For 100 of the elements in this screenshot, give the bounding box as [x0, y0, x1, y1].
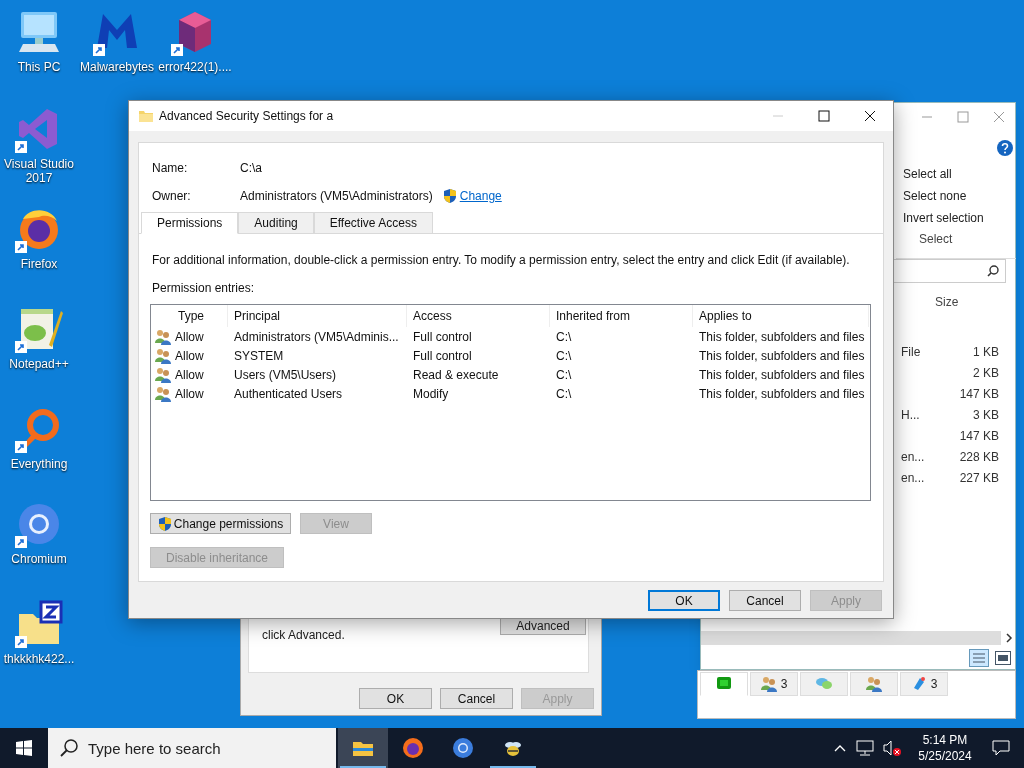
users-icon	[760, 676, 777, 692]
table-cell-text: en...	[901, 470, 925, 487]
globe-ring-icon	[452, 737, 474, 759]
shield-icon	[157, 515, 172, 532]
ribbon-command[interactable]: Invert selection	[891, 207, 991, 229]
shortcut-arrow-icon	[15, 636, 27, 648]
table-cell-text: SYSTEM	[233, 347, 285, 365]
icon-label[interactable]: thkkkhk422...	[0, 652, 78, 666]
icon-label[interactable]: Chromium	[0, 552, 78, 566]
chevron-up-icon[interactable]	[834, 744, 846, 752]
table-cell-text: en...	[901, 449, 925, 466]
ribbon-command[interactable]: Select all	[891, 163, 991, 185]
dialog-button[interactable]: OK	[648, 590, 720, 611]
search-field[interactable]: Type here to search	[48, 728, 336, 768]
table-cell-text: Allow	[175, 385, 205, 403]
folder-icon	[139, 109, 153, 123]
window-tab[interactable]	[700, 672, 748, 696]
icon-label[interactable]: Firefox	[0, 257, 78, 271]
table-cell-text: C:\	[555, 385, 573, 403]
info-text: For additional information, double-click a permission entry. To modify a permission entry, select the entry and click Edit (if available).	[152, 252, 851, 269]
tab[interactable]: Effective Access	[313, 212, 433, 234]
column-header[interactable]: Inherited from	[550, 305, 693, 327]
dialog-button[interactable]: Change permissions	[150, 513, 291, 534]
table-cell-text: This folder, subfolders and files	[698, 385, 866, 403]
scroll-right-icon[interactable]	[1005, 633, 1013, 643]
column-header[interactable]: Size	[935, 293, 959, 311]
table-cell-text: H...	[901, 407, 920, 424]
shortcut-arrow-icon	[93, 44, 105, 56]
horizontal-scrollbar[interactable]	[701, 631, 1001, 645]
large-icons-view-icon[interactable]	[995, 651, 1011, 665]
icon-label[interactable]: Malwarebytes	[78, 60, 156, 74]
window-tab[interactable]: 3	[750, 672, 798, 696]
table-cell-text: 1 KB	[973, 344, 999, 361]
field-label: Name:	[152, 160, 189, 177]
column-header[interactable]: Principal	[228, 305, 407, 327]
table-cell-text: Administrators (VM5\Adminis...	[233, 328, 400, 346]
ribbon-command[interactable]: Select none	[891, 185, 991, 207]
users-icon	[155, 385, 171, 402]
table-cell-text: 147 KB	[959, 386, 999, 403]
monitor-icon	[716, 676, 732, 692]
window-title: Advanced Security Settings for a	[159, 108, 334, 125]
search-icon	[60, 739, 78, 757]
icon-label[interactable]: Notepad++	[0, 357, 78, 371]
shortcut-arrow-icon	[15, 441, 27, 453]
chat-bubbles-icon	[816, 676, 832, 692]
field-value: Administrators (VM5\Administrators)	[240, 188, 433, 205]
table-cell-text: 228 KB	[959, 449, 999, 466]
change-link[interactable]: Change	[459, 187, 502, 205]
shortcut-arrow-icon	[15, 241, 27, 253]
ribbon-group-label: Select	[918, 231, 954, 248]
shortcut-arrow-icon	[15, 141, 27, 153]
shortcut-arrow-icon	[171, 44, 183, 56]
table-cell-text: This folder, subfolders and files	[698, 347, 866, 365]
maximize-icon	[957, 111, 969, 123]
column-header[interactable]: Type	[151, 305, 228, 327]
table-cell-text: Users (VM5\Users)	[233, 366, 337, 384]
table-cell-text: 147 KB	[959, 428, 999, 445]
table-cell-text: This folder, subfolders and files	[698, 366, 866, 384]
help-icon	[997, 140, 1013, 156]
dialog-button[interactable]: OK	[359, 688, 432, 709]
windows-logo-icon	[16, 740, 32, 756]
table-cell-text: Allow	[175, 366, 205, 384]
shortcut-arrow-icon	[15, 536, 27, 548]
users-icon	[155, 328, 171, 345]
dialog-button[interactable]: Cancel	[440, 688, 513, 709]
clock[interactable]: 5:14 PM 5/25/2024	[910, 732, 980, 764]
column-header[interactable]: Applies to	[693, 305, 869, 327]
window-tab[interactable]	[850, 672, 898, 696]
table-cell-text: Read & execute	[412, 366, 500, 384]
window-tab[interactable]: 3	[900, 672, 948, 696]
table-cell-text: This folder, subfolders and files	[698, 328, 866, 346]
search-icon	[987, 265, 999, 277]
clock-time: 5:14 PM	[922, 732, 968, 748]
dialog-button[interactable]: Cancel	[729, 590, 801, 611]
section-label: Permission entries:	[152, 280, 256, 297]
clock-date: 5/25/2024	[918, 748, 972, 764]
column-header[interactable]: Access	[407, 305, 550, 327]
taskbar-app[interactable]	[338, 728, 388, 768]
table-cell-text: Allow	[175, 328, 205, 346]
tab[interactable]: Permissions	[141, 212, 239, 234]
icon-label[interactable]: This PC	[0, 60, 78, 74]
table-cell-text: Authenticated Users	[233, 385, 344, 403]
tab[interactable]: Auditing	[238, 212, 314, 234]
table-cell-text: 2 KB	[973, 365, 999, 382]
icon-label[interactable]: error422(1)....	[156, 60, 234, 74]
users-icon	[155, 347, 171, 364]
table-cell-text: Modify	[412, 385, 450, 403]
volume-muted-icon[interactable]	[882, 740, 902, 756]
table-cell-text: C:\	[555, 366, 573, 384]
shield-icon	[442, 188, 457, 204]
notifications-icon[interactable]	[992, 740, 1010, 756]
icon-label[interactable]: Visual Studio 2017	[0, 157, 78, 185]
table-cell-text: C:\	[555, 347, 573, 365]
field-value: C:\a	[240, 160, 262, 177]
field-label: Owner:	[152, 188, 192, 205]
network-icon[interactable]	[856, 740, 874, 756]
shortcut-arrow-icon	[15, 341, 27, 353]
icon-label[interactable]: Everything	[0, 457, 78, 471]
table-cell-text: Allow	[175, 347, 205, 365]
table-cell-text: C:\	[555, 328, 573, 346]
